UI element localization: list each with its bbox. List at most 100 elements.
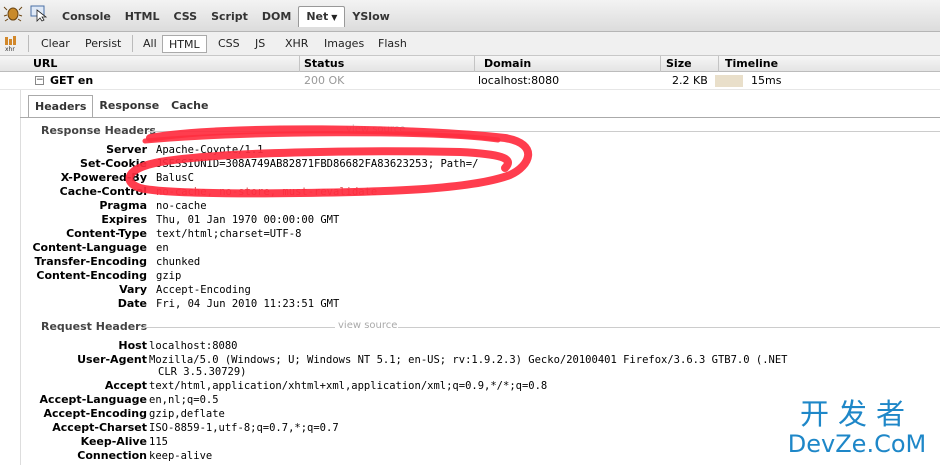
column-divider — [299, 56, 300, 72]
xhr-graph-icon: xhr — [5, 36, 16, 53]
header-value: no-cache — [156, 200, 207, 212]
header-row: Pragma no-cache — [0, 199, 940, 213]
header-name: Transfer-Encoding — [34, 255, 147, 268]
header-value: 115 — [149, 436, 168, 448]
tab-yslow[interactable]: YSlow — [345, 6, 396, 27]
watermark-cn-text: 开发者 — [799, 397, 914, 431]
header-value: localhost:8080 — [149, 340, 238, 352]
header-row: Content-Type text/html;charset=UTF-8 — [0, 227, 940, 241]
header-value: en — [156, 242, 169, 254]
collapse-toggle-icon[interactable]: − — [35, 76, 44, 85]
response-view-source-link[interactable]: view source — [346, 124, 405, 135]
request-domain: localhost:8080 — [478, 74, 560, 87]
header-value: text/html,application/xhtml+xml,applicat… — [149, 380, 548, 392]
tab-html[interactable]: HTML — [118, 6, 167, 27]
request-url[interactable]: GET en — [50, 74, 93, 87]
header-value: chunked — [156, 256, 201, 268]
filter-flash-button[interactable]: Flash — [372, 35, 413, 53]
header-name: User-Agent — [77, 353, 147, 366]
header-row: Cache-Control no-cache, no-store, must-re… — [0, 185, 940, 199]
header-value: no-cache, no-store, must-revalidate — [156, 186, 378, 198]
inspect-pointer-icon[interactable] — [30, 4, 48, 22]
header-name: Expires — [101, 213, 147, 226]
filter-html-button[interactable]: HTML — [162, 35, 207, 53]
header-row: Host localhost:8080 — [0, 339, 940, 353]
column-divider — [474, 56, 475, 72]
tab-console[interactable]: Console — [55, 6, 118, 27]
section-rule — [148, 131, 343, 132]
response-headers-title: Response Headers — [41, 124, 156, 137]
request-status: 200 OK — [304, 74, 345, 87]
persist-button[interactable]: Persist — [79, 35, 127, 53]
toolbar-separator — [28, 35, 29, 52]
tab-dom[interactable]: DOM — [255, 6, 298, 27]
column-domain[interactable]: Domain — [484, 57, 531, 70]
header-value: text/html;charset=UTF-8 — [156, 228, 302, 240]
column-timeline[interactable]: Timeline — [725, 57, 778, 70]
header-row: Transfer-Encoding chunked — [0, 255, 940, 269]
request-row[interactable]: − GET en 200 OK localhost:8080 2.2 KB 15… — [0, 72, 940, 90]
site-watermark: 开发者 DevZe.CoM — [782, 398, 932, 458]
header-name: Accept-Charset — [52, 421, 147, 434]
header-name: Accept — [104, 379, 147, 392]
header-value: Fri, 04 Jun 2010 11:23:51 GMT — [156, 298, 340, 310]
net-menu-chevron-down-icon[interactable]: ▼ — [331, 13, 337, 22]
header-name: Date — [117, 297, 147, 310]
request-size: 2.2 KB — [672, 74, 708, 87]
header-row: Vary Accept-Encoding — [0, 283, 940, 297]
header-row: Content-Encoding gzip — [0, 269, 940, 283]
header-row: Content-Language en — [0, 241, 940, 255]
header-name: Connection — [77, 449, 147, 462]
header-row: Expires Thu, 01 Jan 1970 00:00:00 GMT — [0, 213, 940, 227]
request-headers-title: Request Headers — [41, 320, 148, 333]
header-value: gzip,deflate — [149, 408, 225, 420]
header-name: Set-Cookie — [80, 157, 147, 170]
header-row: User-Agent Mozilla/5.0 (Windows; U; Windo… — [0, 353, 940, 367]
filter-css-button[interactable]: CSS — [212, 35, 246, 53]
xhr-spy-icon[interactable]: xhr — [3, 34, 21, 53]
header-name: Pragma — [99, 199, 147, 212]
tab-css[interactable]: CSS — [166, 6, 204, 27]
request-time: 15ms — [751, 74, 782, 87]
column-status[interactable]: Status — [304, 57, 344, 70]
firebug-main-toolbar: Console HTML CSS Script DOM Net ▼ YSlow — [0, 0, 940, 32]
tab-cache[interactable]: Cache — [165, 95, 214, 118]
header-value-continued: CLR 3.5.30729) — [158, 366, 247, 378]
request-view-source-link[interactable]: view source — [338, 320, 397, 331]
header-name: Vary — [119, 283, 147, 296]
header-row: Accept text/html,application/xhtml+xml,ap… — [0, 379, 940, 393]
timeline-bar — [715, 75, 743, 87]
header-value: ISO-8859-1,utf-8;q=0.7,*;q=0.7 — [149, 422, 339, 434]
header-value: BalusC — [156, 172, 194, 184]
section-rule — [405, 131, 940, 132]
header-value: Apache-Coyote/1.1 — [156, 144, 264, 156]
header-name: Accept-Encoding — [43, 407, 148, 420]
tab-script[interactable]: Script — [204, 6, 255, 27]
header-name: Cache-Control — [59, 185, 147, 198]
column-size[interactable]: Size — [666, 57, 692, 70]
clear-button[interactable]: Clear — [35, 35, 76, 53]
firebug-bug-icon[interactable] — [3, 4, 23, 22]
column-divider — [660, 56, 661, 72]
filter-js-button[interactable]: JS — [249, 35, 271, 53]
xhr-label: xhr — [5, 46, 15, 52]
toolbar-separator — [132, 35, 133, 52]
header-name: Host — [118, 339, 147, 352]
watermark-en-text: DevZe.CoM — [787, 430, 927, 458]
filter-all-button[interactable]: All — [137, 35, 163, 53]
net-column-header: URL Status Domain Size Timeline — [0, 56, 940, 72]
header-row: Server Apache-Coyote/1.1 — [0, 143, 940, 157]
header-value: Thu, 01 Jan 1970 00:00:00 GMT — [156, 214, 340, 226]
tab-headers[interactable]: Headers — [28, 95, 94, 118]
tab-net[interactable]: Net ▼ — [298, 6, 346, 27]
panel-tabs: Console HTML CSS Script DOM Net ▼ YSlow — [55, 6, 397, 28]
header-name: Content-Language — [32, 241, 147, 254]
filter-images-button[interactable]: Images — [318, 35, 370, 53]
header-row: Date Fri, 04 Jun 2010 11:23:51 GMT — [0, 297, 940, 311]
filter-xhr-button[interactable]: XHR — [279, 35, 314, 53]
header-name: X-Powered-By — [60, 171, 147, 184]
tab-response[interactable]: Response — [93, 95, 165, 118]
header-row: Set-Cookie JSESSIONID=308A749AB82871FBD86… — [0, 157, 940, 171]
column-url[interactable]: URL — [33, 57, 57, 70]
header-value: gzip — [156, 270, 182, 282]
